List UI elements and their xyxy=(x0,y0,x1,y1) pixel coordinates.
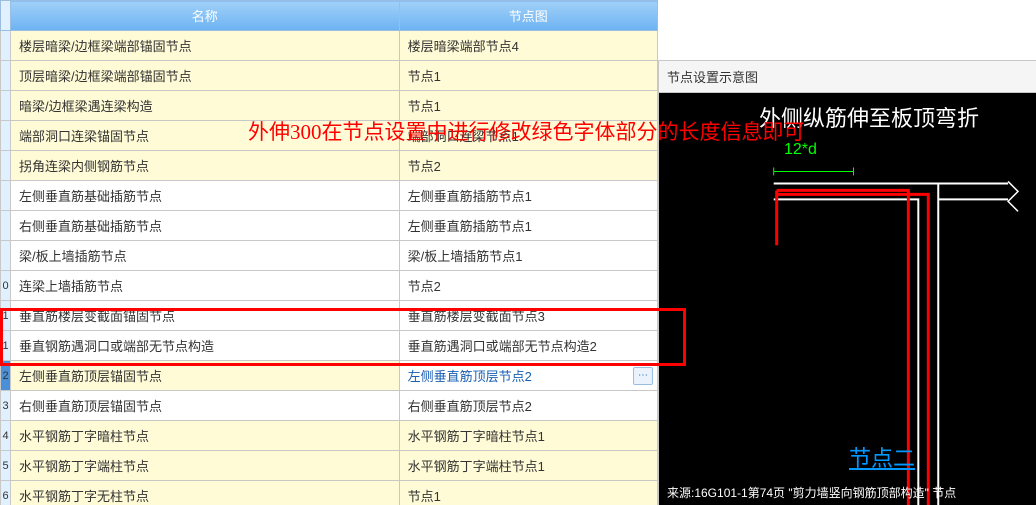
table-row[interactable]: 2左侧垂直筋顶层锚固节点左侧垂直筋顶层节点2⋯ xyxy=(1,361,658,391)
cell-node[interactable]: 节点2 xyxy=(399,151,657,181)
table-row[interactable]: 顶层暗梁/边框梁端部锚固节点节点1 xyxy=(1,61,658,91)
cell-name[interactable]: 连梁上墙插筋节点 xyxy=(11,271,400,301)
table-row[interactable]: 1垂直钢筋遇洞口或端部无节点构造垂直筋遇洞口或端部无节点构造2 xyxy=(1,331,658,361)
cell-node[interactable]: 垂直筋楼层变截面节点3 xyxy=(399,301,657,331)
ellipsis-button[interactable]: ⋯ xyxy=(633,367,653,385)
table-row[interactable]: 6水平钢筋丁字无柱节点节点1 xyxy=(1,481,658,505)
row-number[interactable] xyxy=(1,91,11,121)
cell-node[interactable]: 左侧垂直筋插筋节点1 xyxy=(399,181,657,211)
table-row[interactable]: 5水平钢筋丁字端柱节点水平钢筋丁字端柱节点1 xyxy=(1,451,658,481)
col-header-name[interactable]: 名称 xyxy=(11,1,400,31)
cell-node[interactable]: 梁/板上墙插筋节点1 xyxy=(399,241,657,271)
cell-node[interactable]: 水平钢筋丁字暗柱节点1 xyxy=(399,421,657,451)
row-number[interactable]: 1 xyxy=(1,331,11,361)
table-row[interactable]: 暗梁/边框梁遇连梁构造节点1 xyxy=(1,91,658,121)
row-number[interactable]: 5 xyxy=(1,451,11,481)
row-number[interactable]: 3 xyxy=(1,391,11,421)
row-number[interactable] xyxy=(1,181,11,211)
row-number[interactable] xyxy=(1,151,11,181)
table-row[interactable]: 端部洞口连梁锚固节点端部洞口连梁节点1 xyxy=(1,121,658,151)
table-row[interactable]: 4水平钢筋丁字暗柱节点水平钢筋丁字暗柱节点1 xyxy=(1,421,658,451)
cell-node[interactable]: 节点1 xyxy=(399,91,657,121)
cell-name[interactable]: 右侧垂直筋顶层锚固节点 xyxy=(11,391,400,421)
cell-node[interactable]: 水平钢筋丁字端柱节点1 xyxy=(399,451,657,481)
cell-node[interactable]: 左侧垂直筋顶层节点2⋯ xyxy=(399,361,657,391)
row-number[interactable]: 1 xyxy=(1,301,11,331)
row-number[interactable] xyxy=(1,61,11,91)
cell-name[interactable]: 拐角连梁内侧钢筋节点 xyxy=(11,151,400,181)
diagram-area[interactable]: 外侧纵筋伸至板顶弯折 12*d 节点二 来源:16G101-1第74页 "剪力墙… xyxy=(659,93,1036,505)
table-row[interactable]: 楼层暗梁/边框梁端部锚固节点楼层暗梁端部节点4 xyxy=(1,31,658,61)
cell-name[interactable]: 水平钢筋丁字无柱节点 xyxy=(11,481,400,505)
diagram-svg xyxy=(659,153,1036,505)
preview-panel: 节点设置示意图 外侧纵筋伸至板顶弯折 12*d 节点二 来源:16G101-1第… xyxy=(658,60,1036,505)
cell-name[interactable]: 左侧垂直筋顶层锚固节点 xyxy=(11,361,400,391)
cell-name[interactable]: 楼层暗梁/边框梁端部锚固节点 xyxy=(11,31,400,61)
cell-name[interactable]: 左侧垂直筋基础插筋节点 xyxy=(11,181,400,211)
node-label: 节点二 xyxy=(849,441,915,473)
source-text: 来源:16G101-1第74页 "剪力墙竖向钢筋顶部构造" 节点 xyxy=(667,484,1028,501)
cell-name[interactable]: 水平钢筋丁字暗柱节点 xyxy=(11,421,400,451)
row-number[interactable] xyxy=(1,211,11,241)
cell-node[interactable]: 楼层暗梁端部节点4 xyxy=(399,31,657,61)
row-number[interactable]: 6 xyxy=(1,481,11,505)
cell-name[interactable]: 梁/板上墙插筋节点 xyxy=(11,241,400,271)
table-row[interactable]: 0连梁上墙插筋节点节点2 xyxy=(1,271,658,301)
cell-name[interactable]: 垂直筋楼层变截面锚固节点 xyxy=(11,301,400,331)
diagram-title: 外侧纵筋伸至板顶弯折 xyxy=(759,101,979,133)
table-row[interactable]: 拐角连梁内侧钢筋节点节点2 xyxy=(1,151,658,181)
cell-name[interactable]: 暗梁/边框梁遇连梁构造 xyxy=(11,91,400,121)
row-number[interactable] xyxy=(1,31,11,61)
cell-node[interactable]: 右侧垂直筋顶层节点2 xyxy=(399,391,657,421)
cell-node[interactable]: 节点1 xyxy=(399,61,657,91)
cell-node[interactable]: 左侧垂直筋插筋节点1 xyxy=(399,211,657,241)
table-panel: 名称 节点图 楼层暗梁/边框梁端部锚固节点楼层暗梁端部节点4顶层暗梁/边框梁端部… xyxy=(0,0,658,505)
row-number[interactable] xyxy=(1,121,11,151)
table-row[interactable]: 梁/板上墙插筋节点梁/板上墙插筋节点1 xyxy=(1,241,658,271)
cell-node[interactable]: 端部洞口连梁节点1 xyxy=(399,121,657,151)
table-row[interactable]: 右侧垂直筋基础插筋节点左侧垂直筋插筋节点1 xyxy=(1,211,658,241)
col-header-num xyxy=(1,1,11,31)
row-number[interactable]: 4 xyxy=(1,421,11,451)
row-number[interactable]: 0 xyxy=(1,271,11,301)
table-row[interactable]: 左侧垂直筋基础插筋节点左侧垂直筋插筋节点1 xyxy=(1,181,658,211)
cell-name[interactable]: 右侧垂直筋基础插筋节点 xyxy=(11,211,400,241)
node-table: 名称 节点图 楼层暗梁/边框梁端部锚固节点楼层暗梁端部节点4顶层暗梁/边框梁端部… xyxy=(0,0,658,505)
row-number[interactable]: 2 xyxy=(1,361,11,391)
cell-name[interactable]: 顶层暗梁/边框梁端部锚固节点 xyxy=(11,61,400,91)
cell-name[interactable]: 端部洞口连梁锚固节点 xyxy=(11,121,400,151)
table-row[interactable]: 1垂直筋楼层变截面锚固节点垂直筋楼层变截面节点3 xyxy=(1,301,658,331)
cell-name[interactable]: 垂直钢筋遇洞口或端部无节点构造 xyxy=(11,331,400,361)
cell-node[interactable]: 节点1 xyxy=(399,481,657,505)
row-number[interactable] xyxy=(1,241,11,271)
col-header-node[interactable]: 节点图 xyxy=(399,1,657,31)
cell-node[interactable]: 垂直筋遇洞口或端部无节点构造2 xyxy=(399,331,657,361)
cell-name[interactable]: 水平钢筋丁字端柱节点 xyxy=(11,451,400,481)
cell-node[interactable]: 节点2 xyxy=(399,271,657,301)
table-row[interactable]: 3右侧垂直筋顶层锚固节点右侧垂直筋顶层节点2 xyxy=(1,391,658,421)
preview-header: 节点设置示意图 xyxy=(659,61,1036,93)
